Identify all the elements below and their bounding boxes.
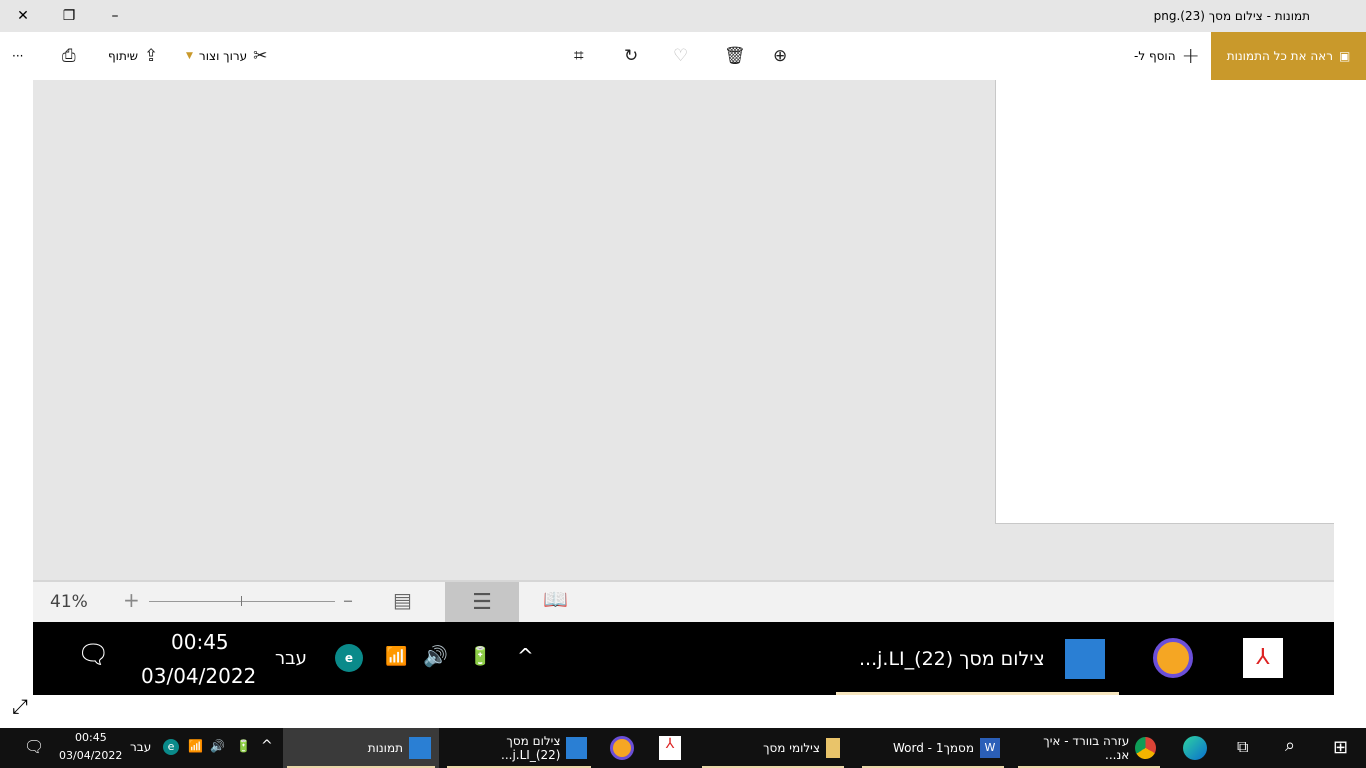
minimize-button[interactable]: – <box>92 0 138 32</box>
windows-start-icon[interactable]: ⊞ <box>1333 737 1348 758</box>
battery-icon: 🔋 <box>469 646 492 667</box>
favorite-button[interactable]: ♡ <box>673 32 688 80</box>
edit-create-label: ערוך וצור <box>198 49 248 63</box>
rotate-button[interactable]: ↻ <box>624 32 638 80</box>
clock-time[interactable]: 00:45 <box>75 731 107 744</box>
photos-app-icon <box>1065 639 1105 679</box>
restore-button[interactable]: ❐ <box>46 0 92 32</box>
vpn-app-icon <box>1153 638 1193 678</box>
document-page <box>995 80 1334 524</box>
battery-icon[interactable]: 🔋 <box>236 739 251 753</box>
photos-icon: ▣ <box>1338 49 1351 63</box>
share-icon: ⇪ <box>144 46 159 66</box>
captured-taskbar: 🗨 00:45 03/04/2022 עבר e 📶 🔊 🔋 ^ צילום מ… <box>33 622 1334 695</box>
share-button[interactable]: ⇪ שיתוף <box>108 32 158 80</box>
chevron-up-icon: ^ <box>517 644 534 668</box>
trash-icon: 🗑 <box>724 46 746 66</box>
window-title: תמונות - צילום מסך (23).png <box>1153 9 1310 23</box>
edit-icon: ✂ <box>253 46 268 66</box>
language-indicator: עבר <box>275 648 307 669</box>
windows-taskbar: 🗨 00:45 03/04/2022 עבר e 📶 🔊 🔋 ^ תמונות … <box>0 728 1366 768</box>
pdf-icon[interactable]: ⅄ <box>659 736 681 760</box>
wifi-icon[interactable]: 📶 <box>188 739 203 753</box>
add-to-button[interactable]: + הוסף ל- <box>1134 32 1200 80</box>
clock-date: 03/04/2022 <box>141 664 257 688</box>
read-mode-icon[interactable]: 📖 <box>543 587 568 611</box>
app-label: מסמך1 - Word <box>893 741 974 755</box>
search-icon[interactable]: ⌕ <box>1285 735 1295 756</box>
volume-icon[interactable]: 🔊 <box>210 739 225 753</box>
photos-icon <box>566 737 587 759</box>
expand-icon[interactable]: ⤢ <box>12 694 28 718</box>
app-label: צילומי מסך <box>763 741 820 755</box>
more-label: ··· <box>12 49 24 63</box>
language-indicator[interactable]: עבר <box>130 740 151 754</box>
chrome-icon <box>1135 737 1156 759</box>
printer-icon: ⎙ <box>62 46 76 66</box>
plus-icon: + <box>1181 43 1200 69</box>
clock-time: 00:45 <box>171 630 229 654</box>
taskbar-app-screenshot[interactable]: צילום מסך (22)_j.LI... <box>443 728 595 768</box>
task-view-icon[interactable]: ⧉ <box>1237 737 1248 757</box>
captured-app-label: צילום מסך (22)_j.LI... <box>859 648 1045 670</box>
folder-icon <box>826 738 840 758</box>
wifi-icon: 📶 <box>385 646 408 667</box>
word-icon: W <box>980 738 1000 758</box>
crop-button[interactable]: ⌗ <box>574 32 584 80</box>
heart-icon: ♡ <box>673 46 689 66</box>
taskbar-app-word[interactable]: W מסמך1 - Word <box>858 728 1008 768</box>
close-button[interactable]: ✕ <box>0 0 46 32</box>
notification-icon[interactable]: 🗨 <box>24 737 44 756</box>
taskbar-app-photos[interactable]: תמונות <box>283 728 439 768</box>
active-indicator <box>836 692 1119 695</box>
title-bar: ✕ ❐ – תמונות - צילום מסך (23).png <box>0 0 1366 32</box>
crop-icon: ⌗ <box>574 46 584 66</box>
see-all-label: ראה את כל התמונות <box>1226 49 1333 63</box>
eset-icon[interactable]: e <box>163 739 179 755</box>
taskbar-app-folder[interactable]: צילומי מסך <box>698 728 848 768</box>
photos-icon <box>409 737 431 759</box>
toolbar: ··· ⎙ ⇪ שיתוף ✂ ערוך וצור ▼ ⌗ ↻ ♡ 🗑 ⊕ + הוסף… <box>0 32 1366 80</box>
zoom-out-button[interactable]: – <box>343 588 353 612</box>
app-label: עזרה בוורד - איך אנ... <box>1043 734 1130 762</box>
eset-icon: e <box>335 644 363 672</box>
print-button[interactable]: ⎙ <box>62 32 76 80</box>
zoom-slider-thumb[interactable] <box>241 596 242 606</box>
notification-icon: 🗨 <box>77 640 111 670</box>
print-layout-icon[interactable]: ☰ <box>445 582 519 622</box>
clock-date[interactable]: 03/04/2022 <box>59 749 122 762</box>
taskbar-app-chrome[interactable]: עזרה בוורד - איך אנ... <box>1014 728 1164 768</box>
zoom-level: 41% <box>50 592 88 612</box>
volume-icon: 🔊 <box>423 644 448 668</box>
app-label: תמונות <box>367 741 403 755</box>
web-layout-icon[interactable]: ▤ <box>393 588 412 612</box>
zoom-button[interactable]: ⊕ <box>773 32 787 80</box>
chevron-up-icon[interactable]: ^ <box>261 738 273 754</box>
more-button[interactable]: ··· <box>12 32 23 80</box>
see-all-photos-button[interactable]: ▣ ראה את כל התמונות <box>1211 32 1366 80</box>
edit-create-button[interactable]: ✂ ערוך וצור ▼ <box>186 32 267 80</box>
delete-button[interactable]: 🗑 <box>724 32 746 80</box>
zoom-in-button[interactable]: + <box>123 588 140 612</box>
add-to-label: הוסף ל- <box>1134 49 1176 63</box>
app-label: צילום מסך (22)_j.LI... <box>501 734 561 762</box>
pdf-app-icon: ⅄ <box>1243 638 1283 678</box>
photo-canvas: 41% + – ▤ ☰ 📖 🗨 00:45 03/04/2022 עבר e 📶… <box>33 80 1334 695</box>
vpn-icon[interactable] <box>610 736 634 760</box>
edge-icon[interactable] <box>1183 736 1207 760</box>
rotate-icon: ↻ <box>624 46 639 66</box>
share-label: שיתוף <box>108 49 139 63</box>
zoom-slider[interactable] <box>149 601 335 602</box>
chevron-down-icon: ▼ <box>186 51 193 61</box>
word-status-bar: 41% + – ▤ ☰ 📖 <box>33 580 1334 622</box>
zoom-in-icon: ⊕ <box>773 46 788 66</box>
